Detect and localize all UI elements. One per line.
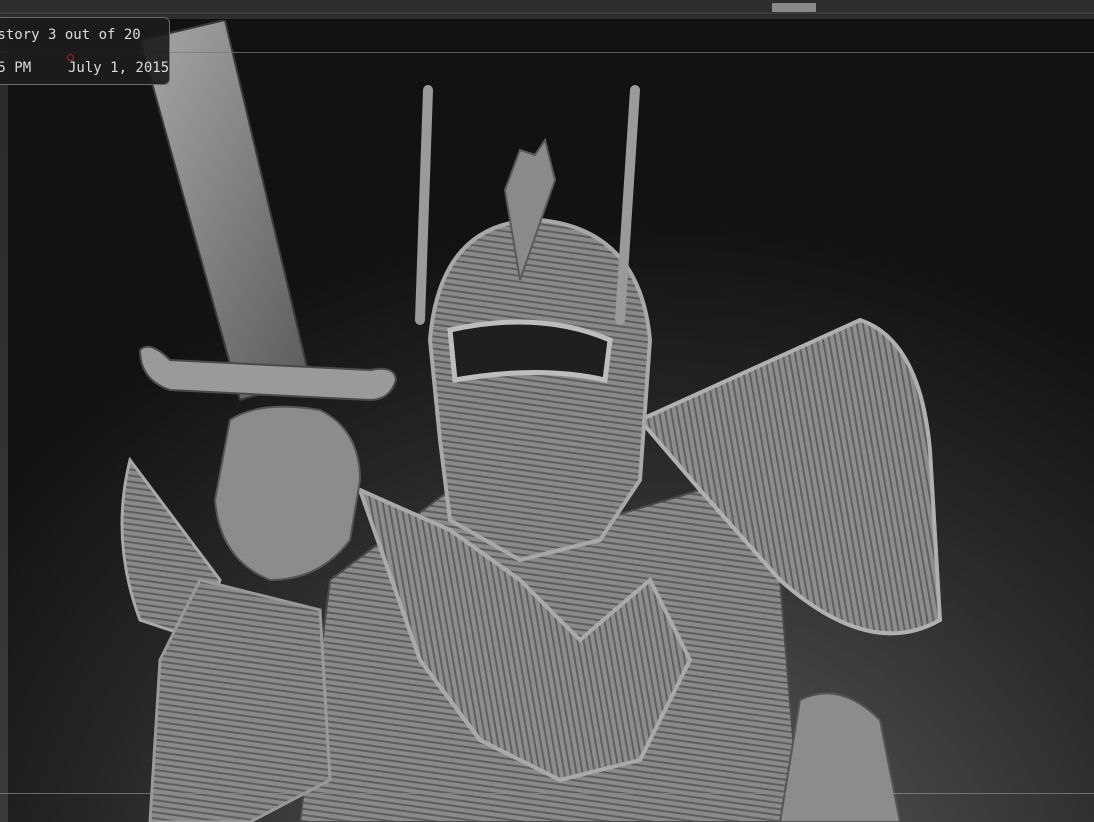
history-step-label: istory 3 out of 20 [0,27,141,43]
viewport-guide-line-bottom [0,793,1094,794]
history-date: July 1, 2015 [68,60,170,76]
knight-sculpt-model [120,20,943,822]
timeline-track[interactable] [0,12,1094,14]
history-time: 25 PM [0,60,32,76]
timeline-slider[interactable] [772,3,816,12]
viewport-edge-strip [0,20,8,822]
undo-history-panel: istory 3 out of 20 25 PM July 1, 2015 [0,17,170,85]
